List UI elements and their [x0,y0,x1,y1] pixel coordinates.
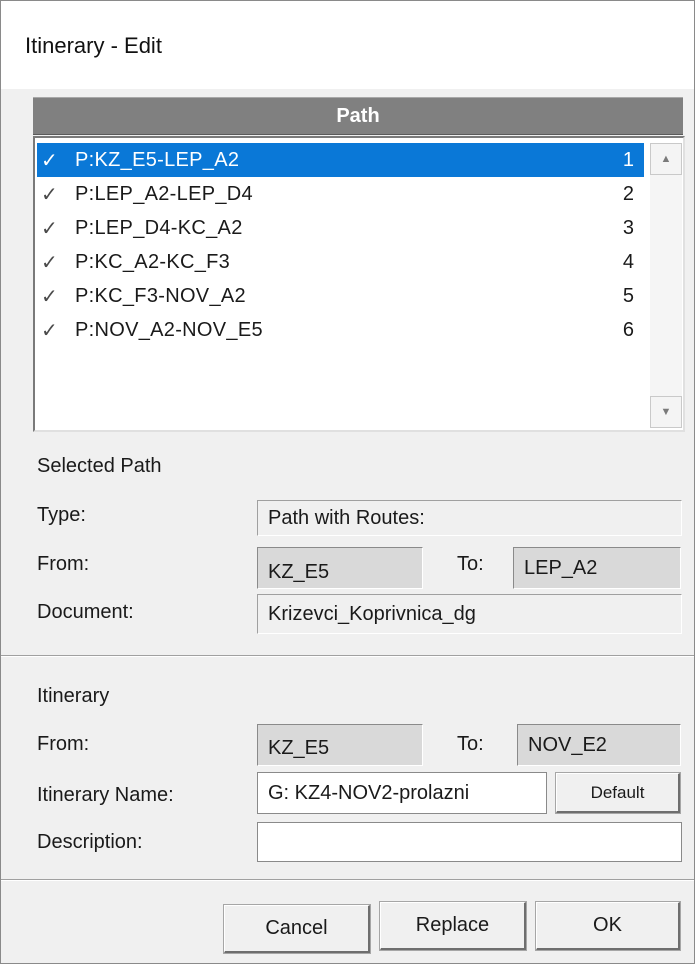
path-to-label: To: [457,553,484,575]
description-input[interactable] [257,822,682,862]
path-column-header[interactable]: Path [33,97,683,135]
document-label: Document: [37,601,134,623]
default-button[interactable]: Default [555,772,681,814]
path-listbox[interactable]: ✓ P:KZ_E5-LEP_A2 1 ✓ P:LEP_A2-LEP_D4 2 ✓… [33,136,685,432]
type-label: Type: [37,504,86,526]
scroll-down-button[interactable]: ▼ [650,396,682,428]
itinerary-name-input[interactable]: G: KZ4-NOV2-prolazni [257,772,547,814]
default-button-label: Default [590,782,645,802]
title-bar[interactable]: Itinerary - Edit [1,1,694,89]
replace-button[interactable]: Replace [379,901,527,951]
replace-button-label: Replace [415,914,490,936]
path-from-value: KZ_E5 [268,560,330,583]
itinerary-from-label: From: [37,733,90,755]
path-item-index: 5 [622,284,634,307]
cancel-button[interactable]: Cancel [223,904,371,954]
path-item-index: 6 [622,318,634,341]
window-title: Itinerary - Edit [25,33,162,58]
section-divider [1,655,694,657]
path-item-label: P:LEP_D4-KC_A2 [75,216,243,239]
path-list-scrollbar[interactable]: ▲ ▼ [650,143,682,428]
document-field: Krizevci_Koprivnica_dg [257,594,682,634]
itinerary-from-field: KZ_E5 [257,724,423,766]
check-icon: ✓ [41,285,58,308]
path-list-item[interactable]: ✓ P:LEP_D4-KC_A2 3 [37,211,644,245]
check-icon: ✓ [41,183,58,206]
path-header-label: Path [336,104,380,127]
selected-path-section-label: Selected Path [37,455,162,477]
check-icon: ✓ [41,149,58,172]
path-to-value: LEP_A2 [524,556,598,579]
check-icon: ✓ [41,319,58,342]
check-icon: ✓ [41,217,58,240]
path-item-label: P:LEP_A2-LEP_D4 [75,182,253,205]
path-item-label: P:KC_F3-NOV_A2 [75,284,246,307]
path-item-label: P:NOV_A2-NOV_E5 [75,318,263,341]
ok-button-label: OK [593,914,622,936]
ok-button[interactable]: OK [535,901,681,951]
path-list-item[interactable]: ✓ P:KC_F3-NOV_A2 5 [37,279,644,313]
description-label: Description: [37,831,143,853]
itinerary-to-label: To: [457,733,484,755]
path-item-label: P:KZ_E5-LEP_A2 [75,148,240,171]
check-icon: ✓ [41,251,58,274]
path-from-field: KZ_E5 [257,547,423,589]
itinerary-name-value: G: KZ4-NOV2-prolazni [268,781,470,804]
itinerary-name-label: Itinerary Name: [37,784,174,806]
path-list-item[interactable]: ✓ P:KZ_E5-LEP_A2 1 [37,143,644,177]
path-item-index: 1 [622,148,634,171]
itinerary-to-field: NOV_E2 [517,724,681,766]
path-from-label: From: [37,553,90,575]
path-item-index: 2 [622,182,634,205]
path-list-item[interactable]: ✓ P:LEP_A2-LEP_D4 2 [37,177,644,211]
buttons-divider [1,879,694,881]
path-list-item[interactable]: ✓ P:NOV_A2-NOV_E5 6 [37,313,644,347]
scroll-down-icon: ▼ [660,406,672,418]
path-to-field: LEP_A2 [513,547,681,589]
path-item-label: P:KC_A2-KC_F3 [75,250,231,273]
path-type-value: Path with Routes: [268,506,425,529]
path-item-index: 4 [622,250,634,273]
path-list-item[interactable]: ✓ P:KC_A2-KC_F3 4 [37,245,644,279]
itinerary-section-label: Itinerary [37,685,110,707]
path-item-index: 3 [622,216,634,239]
document-value: Krizevci_Koprivnica_dg [268,602,476,625]
itinerary-to-value: NOV_E2 [528,733,607,756]
scroll-up-icon: ▲ [660,153,672,165]
path-type-field: Path with Routes: [257,500,682,536]
scroll-up-button[interactable]: ▲ [650,143,682,175]
cancel-button-label: Cancel [265,917,328,939]
itinerary-from-value: KZ_E5 [268,736,330,759]
